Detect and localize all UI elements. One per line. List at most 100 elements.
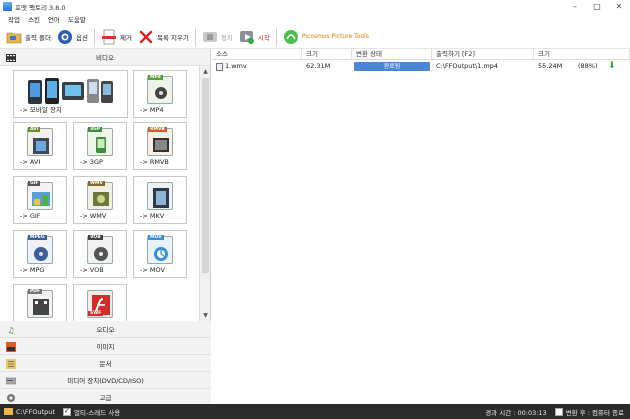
image-icon [6, 342, 16, 352]
stop-button[interactable]: 정지 [202, 27, 233, 47]
picture-tools-label: Picosmos Picture Tools [301, 33, 369, 40]
menu-help[interactable]: 도움말 [68, 14, 86, 24]
after-conversion-label: 변환 후 : 컴퓨터 종료 [565, 408, 624, 417]
close-button[interactable]: ✕ [608, 0, 630, 13]
menu-skin[interactable]: 스킨 [28, 14, 40, 24]
avi-badge: AVI [28, 127, 41, 132]
col-size[interactable]: 크기 [302, 49, 352, 60]
menu-language[interactable]: 언어 [48, 14, 60, 24]
avi-file-icon [27, 128, 53, 156]
col-output-size[interactable]: 크기 [534, 49, 630, 60]
output-path[interactable]: C:\FFOutput [4, 408, 55, 416]
tile-3gp-label: -> 3GP [80, 158, 103, 166]
tile-mp4[interactable]: MP4 -> MP4 [133, 70, 187, 118]
col-status[interactable]: 변환 상태 [352, 49, 432, 60]
tile-mobile-label: -> 모바일 장치 [20, 106, 62, 114]
col-source[interactable]: 소스 [212, 49, 302, 60]
tile-rmvb[interactable]: RMVB -> RMVB [133, 122, 187, 170]
category-video[interactable]: 비디오 [0, 49, 210, 66]
tile-vob-label: -> VOB [80, 266, 104, 274]
tile-mpg[interactable]: MPEG -> MPG [13, 230, 67, 278]
start-icon [239, 29, 255, 45]
pdf-file-icon [27, 290, 53, 318]
mp4-badge: MP4 [148, 75, 163, 80]
tile-mov[interactable]: MOV -> MOV [133, 230, 187, 278]
category-audio-label: 오디오 [96, 326, 115, 334]
gear-icon [6, 393, 16, 403]
status-right: 경과 시간 : 00:03:13 변환 후 : 컴퓨터 종료 [485, 407, 624, 417]
clear-list-button[interactable]: 목록 지우기 [138, 27, 189, 47]
category-document-label: 문서 [99, 360, 112, 368]
output-folder-button[interactable]: 출력 폴더 [6, 27, 51, 47]
status-badge: 완료됨 [354, 62, 430, 71]
cell-status: 완료됨 [352, 61, 432, 72]
maximize-button[interactable]: □ [586, 0, 608, 13]
remove-label: 제거 [119, 33, 132, 42]
title-bar: 포맷 팩토리 3.8.0 – □ ✕ [0, 0, 630, 13]
menu-bar: 작업 스킨 언어 도움말 [0, 13, 630, 25]
cell-ratio: (88%) [578, 62, 598, 70]
gif-badge: GIF [28, 181, 41, 186]
task-list: 소스 크기 변환 상태 출력하기 [F2] 크기 1.wmv 62.31M 완료… [212, 49, 630, 404]
category-audio[interactable]: ♫ 오디오 [0, 321, 211, 338]
scroll-down-arrow-icon[interactable]: ▼ [200, 310, 211, 321]
video-tiles: -> 모바일 장치 MP4 -> MP4 AVI -> AVI 3GP -> 3… [0, 66, 199, 321]
category-media-device[interactable]: 미디어 장치(DVD/CD/ISO) [0, 372, 211, 389]
tile-wmv[interactable]: WMV -> WMV [73, 176, 127, 224]
toolbar: 출력 폴더 옵션 제거 목록 지우기 정지 시작 Picosmos Pictur… [0, 25, 630, 49]
picosmos-icon [283, 29, 299, 45]
category-advanced-label: 고급 [99, 394, 112, 402]
start-button[interactable]: 시작 [239, 27, 270, 47]
swf-badge: SWF [88, 311, 104, 316]
picture-tools-button[interactable]: Picosmos Picture Tools [283, 27, 369, 47]
window-controls: – □ ✕ [564, 0, 630, 13]
tile-vob[interactable]: VOB -> VOB [73, 230, 127, 278]
mov-badge: MOV [148, 235, 164, 240]
mkv-file-icon [147, 182, 173, 210]
tile-gif[interactable]: GIF -> GIF [13, 176, 67, 224]
rmvb-badge: RMVB [148, 127, 167, 132]
video-file-icon [216, 62, 223, 71]
menu-task[interactable]: 작업 [8, 14, 20, 24]
tile-mov-label: -> MOV [140, 266, 165, 274]
gif-file-icon [27, 182, 53, 210]
download-arrow-icon[interactable]: ⬇ [608, 61, 616, 71]
folder-icon [6, 29, 22, 45]
rmvb-file-icon [147, 128, 173, 156]
tiles-scrollbar[interactable]: ▲ ▼ [199, 66, 210, 321]
minimize-button[interactable]: – [564, 0, 586, 13]
options-icon [57, 29, 73, 45]
vob-file-icon [87, 236, 113, 264]
cell-size: 62.31M [306, 62, 331, 70]
shutdown-after-checkbox[interactable] [554, 407, 563, 416]
tile-mkv[interactable]: -> MKV [133, 176, 187, 224]
mp4-file-icon [147, 76, 173, 104]
category-image-label: 이미지 [96, 343, 115, 351]
multithread-toggle[interactable]: 멀티-스레드 사용 [62, 407, 120, 417]
tile-mobile-device[interactable]: -> 모바일 장치 [13, 70, 128, 118]
mov-file-icon [147, 236, 173, 264]
multithread-checkbox[interactable] [62, 407, 71, 416]
scroll-thumb[interactable] [202, 78, 209, 273]
col-output[interactable]: 출력하기 [F2] [432, 49, 534, 60]
output-path-text: C:\FFOutput [16, 407, 55, 416]
cell-source: 1.wmv [212, 61, 302, 72]
category-media-device-label: 미디어 장치(DVD/CD/ISO) [67, 377, 144, 385]
category-image[interactable]: 이미지 [0, 338, 211, 355]
category-document[interactable]: 문서 [0, 355, 211, 372]
tile-avi-label: -> AVI [20, 158, 41, 166]
tile-swf[interactable]: SWF [73, 284, 127, 321]
options-button[interactable]: 옵션 [57, 27, 88, 47]
tile-avi[interactable]: AVI -> AVI [13, 122, 67, 170]
start-label: 시작 [257, 33, 270, 42]
lower-categories: ♫ 오디오 이미지 문서 미디어 장치(DVD/CD/ISO) 고급 [0, 321, 211, 406]
remove-button[interactable]: 제거 [101, 27, 132, 47]
pdf-badge: PDF [28, 289, 43, 294]
scroll-up-arrow-icon[interactable]: ▲ [200, 66, 211, 77]
source-filename: 1.wmv [225, 62, 247, 70]
tile-3gp[interactable]: 3GP -> 3GP [73, 122, 127, 170]
vob-badge: VOB [88, 235, 103, 240]
category-video-label: 비디오 [96, 54, 114, 62]
table-row[interactable]: 1.wmv 62.31M 완료됨 C:\FFOutput\1.mp4 55.24… [212, 61, 630, 72]
tile-pdf[interactable]: PDF [13, 284, 67, 321]
